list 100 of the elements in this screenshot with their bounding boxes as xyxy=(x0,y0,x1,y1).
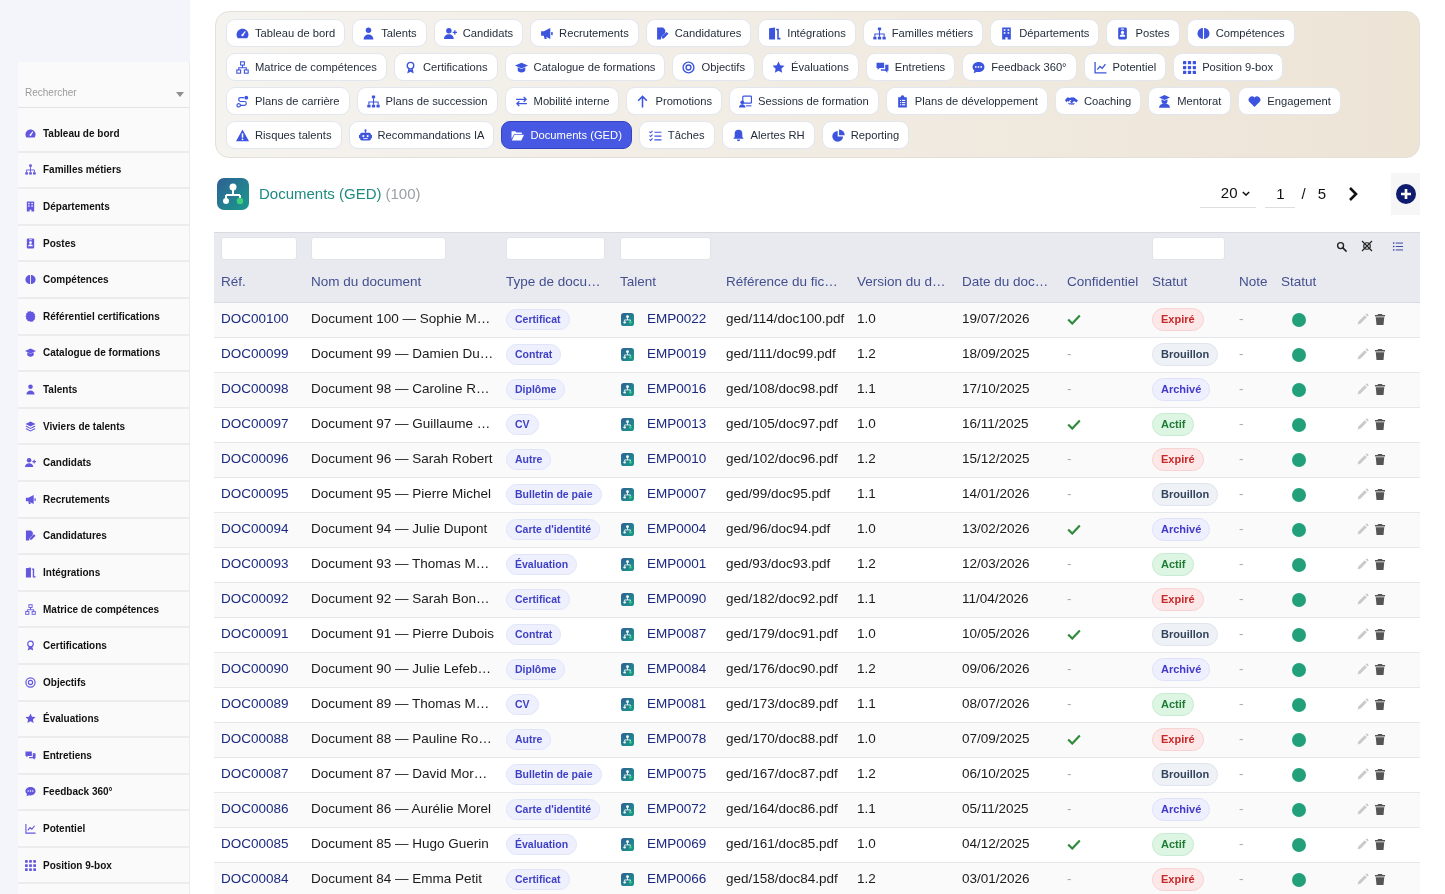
trash-icon[interactable] xyxy=(1374,663,1386,676)
nav-tab[interactable]: Candidatures xyxy=(645,19,752,47)
document-link[interactable]: DOC00098 xyxy=(221,381,289,397)
talent-link[interactable]: EMP0069 xyxy=(647,834,707,855)
sidebar-item[interactable]: Matrice de compétences xyxy=(18,591,189,629)
talent-link[interactable]: EMP0081 xyxy=(647,694,707,715)
document-link[interactable]: DOC00094 xyxy=(221,521,289,537)
talent-link[interactable]: EMP0090 xyxy=(647,589,707,610)
nav-tab[interactable]: Intégrations xyxy=(758,19,856,47)
nav-tab[interactable]: Évaluations xyxy=(762,53,859,81)
sidebar-item[interactable]: Candidatures xyxy=(18,518,189,556)
nav-tab[interactable]: Promotions xyxy=(626,87,723,115)
nav-tab[interactable]: Matrice de compétences xyxy=(226,53,387,81)
nav-tab[interactable]: Catalogue de formations xyxy=(504,53,666,81)
nav-tab[interactable]: Recrutements xyxy=(530,19,639,47)
document-link[interactable]: DOC00091 xyxy=(221,626,289,642)
sidebar-item[interactable]: Position 9-box xyxy=(18,847,189,885)
talent-link[interactable]: EMP0010 xyxy=(647,449,707,470)
column-header[interactable]: Version du d… xyxy=(850,263,955,302)
nav-tab[interactable]: Plans de développement xyxy=(885,87,1048,115)
document-link[interactable]: DOC00096 xyxy=(221,451,289,467)
column-header[interactable]: Réf. xyxy=(214,263,304,302)
trash-icon[interactable] xyxy=(1374,803,1386,816)
sidebar-item[interactable]: Candidats xyxy=(18,445,189,482)
nav-tab[interactable]: Recommandations IA xyxy=(348,121,495,149)
column-header[interactable]: Type de docu… xyxy=(499,263,613,302)
nav-tab[interactable]: Risques talents xyxy=(226,121,342,149)
column-header[interactable]: Talent xyxy=(613,263,719,302)
sidebar-item[interactable]: Potentiel xyxy=(18,811,189,848)
nav-tab[interactable]: Départements xyxy=(990,19,1100,47)
filter-field[interactable] xyxy=(1152,237,1225,260)
talent-link[interactable]: EMP0001 xyxy=(647,554,707,575)
column-header[interactable]: Date du doc… xyxy=(955,263,1060,302)
trash-icon[interactable] xyxy=(1374,418,1386,431)
trash-icon[interactable] xyxy=(1374,453,1386,466)
page-field[interactable]: 1 xyxy=(1265,180,1296,208)
nav-tab[interactable]: Plans de succession xyxy=(356,87,498,115)
nav-tab[interactable]: Postes xyxy=(1106,19,1180,47)
document-link[interactable]: DOC00100 xyxy=(221,311,289,327)
trash-icon[interactable] xyxy=(1374,348,1386,361)
nav-tab[interactable]: Tâches xyxy=(638,121,715,149)
nav-tab[interactable]: Talents xyxy=(352,19,427,47)
nav-tab[interactable]: Feedback 360° xyxy=(962,53,1077,81)
document-link[interactable]: DOC00087 xyxy=(221,766,289,782)
nav-tab[interactable]: Position 9-box xyxy=(1173,53,1284,81)
document-link[interactable]: DOC00084 xyxy=(221,871,289,887)
nav-tab[interactable]: Engagement xyxy=(1238,87,1341,115)
sidebar-item[interactable]: Certifications xyxy=(18,628,189,665)
talent-link[interactable]: EMP0007 xyxy=(647,484,707,505)
sidebar-item[interactable]: Familles métiers xyxy=(18,152,189,190)
filter-field[interactable] xyxy=(311,237,446,260)
sidebar-item[interactable]: Catalogue de formations xyxy=(18,335,189,373)
nav-tab[interactable]: Familles métiers xyxy=(862,19,984,47)
page-size-select[interactable]: 20 xyxy=(1200,180,1257,208)
column-header[interactable]: Statut xyxy=(1145,263,1232,302)
column-header[interactable]: Nom du document xyxy=(304,263,499,302)
nav-tab[interactable]: Alertes RH xyxy=(721,121,815,149)
trash-icon[interactable] xyxy=(1374,838,1386,851)
crossed-circle-icon[interactable] xyxy=(1361,240,1373,252)
document-link[interactable]: DOC00089 xyxy=(221,696,289,712)
document-link[interactable]: DOC00099 xyxy=(221,346,289,362)
chevron-right-icon[interactable] xyxy=(1348,186,1358,202)
document-link[interactable]: DOC00093 xyxy=(221,556,289,572)
nav-tab[interactable]: Sessions de formation xyxy=(729,87,879,115)
nav-tab[interactable]: Reporting xyxy=(821,121,910,149)
document-link[interactable]: DOC00088 xyxy=(221,731,289,747)
trash-icon[interactable] xyxy=(1374,628,1386,641)
sidebar-item[interactable]: Tableau de bord xyxy=(18,116,189,153)
sidebar-item[interactable]: Feedback 360° xyxy=(18,774,189,812)
nav-tab[interactable]: Entretiens xyxy=(865,53,956,81)
talent-link[interactable]: EMP0075 xyxy=(647,764,707,785)
sidebar-item[interactable]: Recrutements xyxy=(18,481,189,519)
nav-tab[interactable]: Potentiel xyxy=(1083,53,1167,81)
sidebar-item[interactable]: Départements xyxy=(18,189,189,226)
talent-link[interactable]: EMP0072 xyxy=(647,799,707,820)
sidebar-item[interactable]: Intégrations xyxy=(18,555,189,592)
list-icon[interactable] xyxy=(1392,240,1404,252)
talent-link[interactable]: EMP0013 xyxy=(647,414,707,435)
document-link[interactable]: DOC00097 xyxy=(221,416,289,432)
trash-icon[interactable] xyxy=(1374,873,1386,886)
trash-icon[interactable] xyxy=(1374,488,1386,501)
document-link[interactable]: DOC00092 xyxy=(221,591,289,607)
sidebar-item[interactable]: Viviers de talents xyxy=(18,408,189,446)
talent-link[interactable]: EMP0087 xyxy=(647,624,707,645)
sidebar-item[interactable]: Évaluations xyxy=(18,701,189,739)
talent-link[interactable]: EMP0084 xyxy=(647,659,707,680)
filter-field[interactable] xyxy=(620,237,711,260)
trash-icon[interactable] xyxy=(1374,698,1386,711)
filter-field[interactable] xyxy=(506,237,605,260)
sidebar-item[interactable]: Objectifs xyxy=(18,664,189,702)
nav-tab[interactable]: Compétences xyxy=(1186,19,1295,47)
search-icon[interactable] xyxy=(1336,240,1347,252)
sidebar-item[interactable]: Entretiens xyxy=(18,738,189,775)
sidebar-item[interactable]: Compétences xyxy=(18,262,189,299)
talent-link[interactable]: EMP0066 xyxy=(647,869,707,890)
filter-field[interactable] xyxy=(221,237,297,260)
nav-tab[interactable]: Plans de carrière xyxy=(226,87,350,115)
nav-tab[interactable]: Certifications xyxy=(393,53,498,81)
search-field[interactable]: Rechercher xyxy=(18,62,189,108)
sidebar-item[interactable]: Talents xyxy=(18,372,189,409)
